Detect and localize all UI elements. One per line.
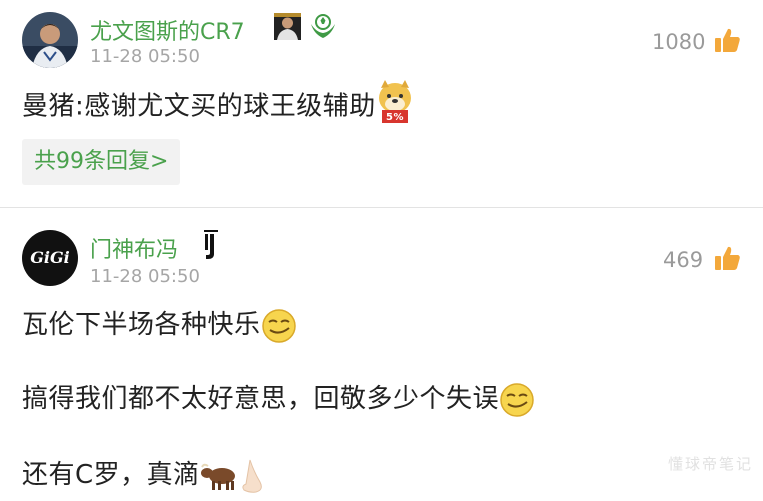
comment-time: 11-28 05:50 (90, 266, 200, 287)
comment-text: 曼猪:感谢尤文买的球王级辅助 5% (22, 80, 414, 130)
comment-text-line-2: 搞得我们都不太好意思，回敬多少个失误 (22, 378, 535, 418)
bull-emoji (200, 461, 238, 491)
comment-time: 11-28 05:50 (90, 46, 200, 67)
thumbs-up-icon[interactable] (713, 26, 741, 54)
like-count: 1080 (652, 30, 706, 54)
avatar[interactable]: GiGi (22, 230, 78, 286)
avatar[interactable] (22, 12, 78, 68)
comment-line: 还有C罗，真滴 (22, 460, 200, 490)
like-count: 469 (663, 248, 704, 272)
smirk-emoji (261, 308, 297, 344)
watermark: 懂球帝笔记 (667, 455, 753, 473)
comment-text-line-1: 瓦伦下半场各种快乐 (22, 304, 297, 344)
comment-line: 瓦伦下半场各种快乐 (22, 310, 261, 340)
emoji-badge-text: 5% (386, 112, 404, 123)
comment-text-line-3: 还有C罗，真滴 (22, 454, 268, 494)
view-replies-button[interactable]: 共99条回复> (22, 139, 181, 185)
comment-item-2: GiGi 门神布冯 11-28 05:50 469 瓦伦下半场各种快乐 搞得我们… (0, 208, 763, 500)
player-photo-badge-icon (274, 13, 301, 40)
football-hands-badge-icon (308, 12, 338, 40)
nose-emoji (238, 458, 268, 494)
juventus-logo-icon (200, 228, 222, 262)
smirk-emoji (499, 382, 535, 418)
username[interactable]: 门神布冯 (90, 232, 178, 264)
username[interactable]: 尤文图斯的CR7 (90, 14, 245, 46)
avatar-text: GiGi (30, 248, 70, 267)
comment-item-1: 尤文图斯的CR7 11-28 05:50 1080 曼猪:感谢尤文买的球王级辅助 (0, 0, 763, 208)
comment-line: 搞得我们都不太好意思，回敬多少个失误 (22, 384, 500, 414)
comment-line: 曼猪:感谢尤文买的球王级辅助 (22, 91, 376, 122)
avatar-photo-icon (22, 12, 78, 68)
doge-5-percent-emoji: 5% (376, 78, 414, 124)
thumbs-up-icon[interactable] (713, 244, 741, 272)
